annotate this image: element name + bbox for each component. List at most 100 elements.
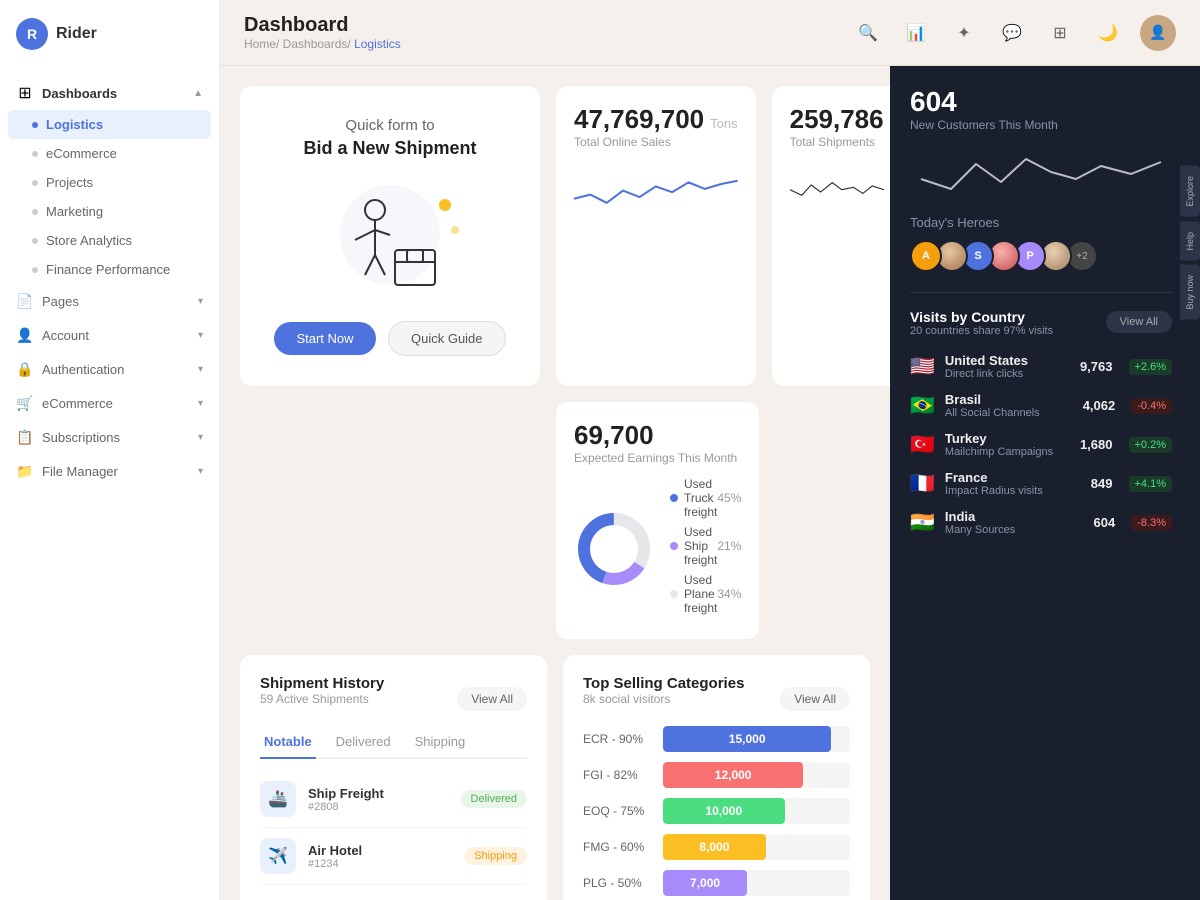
sidebar-item-ecommerce-pages[interactable]: 🛒 eCommerce ▾	[0, 386, 219, 420]
shipment-tabs: Notable Delivered Shipping	[260, 726, 527, 759]
sidebar-item-authentication[interactable]: 🔒 Authentication ▾	[0, 352, 219, 386]
customers-sparkline	[910, 144, 1172, 199]
chevron-up-icon: ▲	[193, 88, 203, 99]
subscriptions-icon: 📋	[16, 428, 34, 446]
top-selling-view-all[interactable]: View All	[780, 687, 850, 711]
sidebar-item-ecommerce[interactable]: eCommerce	[0, 139, 219, 168]
total-sales-label: Total Online Sales	[574, 135, 738, 149]
dot	[32, 151, 38, 157]
avatar[interactable]: 👤	[1140, 15, 1176, 51]
quick-guide-button[interactable]: Quick Guide	[388, 321, 506, 356]
bar-row: FMG - 60% 8,000	[583, 834, 850, 860]
sidebar-item-projects[interactable]: Projects	[0, 168, 219, 197]
search-icon[interactable]: 🔍	[852, 17, 884, 49]
heroes-avatars: A S P +2	[910, 240, 1172, 272]
dashboard-icon: ⊞	[16, 84, 34, 102]
side-tabs: Explore Help Buy now	[1180, 166, 1200, 320]
shipment-row: ✈️ Air Hotel #1234 Shipping	[260, 828, 527, 885]
earnings-value: 69,700	[574, 420, 654, 451]
theme-toggle[interactable]: 🌙	[1092, 17, 1124, 49]
explore-tab[interactable]: Explore	[1180, 166, 1200, 217]
sidebar-item-subscriptions[interactable]: 📋 Subscriptions ▾	[0, 420, 219, 454]
bar-row: EOQ - 75% 10,000	[583, 798, 850, 824]
heroes-section: Today's Heroes A S P	[910, 215, 1172, 272]
chevron-down-icon: ▾	[198, 432, 203, 443]
sidebar-item-file-manager[interactable]: 📁 File Manager ▾	[0, 454, 219, 488]
sidebar-item-marketing[interactable]: Marketing	[0, 197, 219, 226]
sidebar-item-store-analytics[interactable]: Store Analytics	[0, 226, 219, 255]
freight-legend: Used Truck freight 45% Used Ship freight…	[670, 477, 741, 621]
bar-chart-icon[interactable]: 📊	[900, 17, 932, 49]
tab-shipping[interactable]: Shipping	[411, 726, 470, 759]
tab-notable[interactable]: Notable	[260, 726, 316, 759]
buy-now-tab[interactable]: Buy now	[1180, 265, 1200, 320]
logo-icon: R	[16, 18, 48, 50]
shipment-status: Delivered	[461, 790, 527, 808]
ship-dot	[670, 542, 678, 550]
heroes-label: Today's Heroes	[910, 215, 1172, 230]
expected-earnings-card: 69,700 Expected Earnings This Month	[556, 402, 759, 639]
plane-legend: Used Plane freight 34%	[670, 573, 741, 615]
help-tab[interactable]: Help	[1180, 222, 1200, 261]
top-selling-card: Top Selling Categories 8k social visitor…	[563, 655, 870, 900]
divider	[910, 292, 1172, 293]
country-row: 🇫🇷 France Impact Radius visits 849 +4.1%	[910, 470, 1172, 497]
chevron-down-icon: ▾	[198, 466, 203, 477]
grid-icon[interactable]: ⊞	[1044, 17, 1076, 49]
dot	[32, 267, 38, 273]
sidebar-item-pages[interactable]: 📄 Pages ▾	[0, 284, 219, 318]
app-name: Rider	[56, 25, 97, 43]
total-shipments-card: 259,786 Total Shipments	[772, 86, 890, 386]
chevron-down-icon: ▾	[198, 398, 203, 409]
dot	[32, 238, 38, 244]
visits-subtitle: 20 countries share 97% visits	[910, 325, 1053, 337]
dot	[32, 180, 38, 186]
center-content: Quick form to Bid a New Shipment	[220, 66, 890, 900]
truck-dot	[670, 494, 678, 502]
tab-delivered[interactable]: Delivered	[332, 726, 395, 759]
top-selling-subtitle: 8k social visitors	[583, 692, 744, 706]
shipment-row: 🚢 Ship Freight #2808 Delivered	[260, 771, 527, 828]
donut-chart	[574, 509, 654, 589]
sidebar-navigation: ⊞ Dashboards ▲ Logistics eCommerce Proje…	[0, 68, 219, 900]
shipment-icon-2: ✈️	[260, 838, 296, 874]
visits-by-country-section: Visits by Country 20 countries share 97%…	[910, 309, 1172, 536]
bar-row: FGI - 82% 12,000	[583, 762, 850, 788]
total-shipments-label: Total Shipments	[790, 135, 884, 149]
sidebar-section-dashboards[interactable]: ⊞ Dashboards ▲	[0, 76, 219, 110]
page-layout: Quick form to Bid a New Shipment	[220, 66, 1200, 900]
sidebar-item-account[interactable]: 👤 Account ▾	[0, 318, 219, 352]
visits-header: Visits by Country 20 countries share 97%…	[910, 309, 1172, 349]
visits-view-all[interactable]: View All	[1106, 311, 1172, 333]
shipment-info: Ship Freight #2808	[308, 786, 449, 813]
total-shipments-value: 259,786	[790, 104, 884, 135]
main-area: Dashboard Home/ Dashboards/ Logistics 🔍 …	[220, 0, 1200, 900]
start-now-button[interactable]: Start Now	[274, 322, 375, 355]
bar-row: PLG - 50% 7,000	[583, 870, 850, 896]
ship-legend: Used Ship freight 21%	[670, 525, 741, 567]
total-sales-value: 47,769,700	[574, 104, 704, 135]
settings-icon[interactable]: ✦	[948, 17, 980, 49]
shipment-history-subtitle: 59 Active Shipments	[260, 692, 384, 706]
earnings-label: Expected Earnings This Month	[574, 451, 741, 465]
hero-subtitle: Quick form to	[345, 117, 434, 134]
header-left: Dashboard Home/ Dashboards/ Logistics	[244, 14, 401, 51]
category-bar-chart: ECR - 90% 15,000 FGI - 82% 12,000 EOQ - …	[583, 726, 850, 896]
sales-sparkline	[574, 161, 738, 216]
hero-actions: Start Now Quick Guide	[274, 321, 505, 356]
account-icon: 👤	[16, 326, 34, 344]
shipment-history-card: Shipment History 59 Active Shipments Vie…	[240, 655, 547, 900]
sidebar-item-logistics[interactable]: Logistics	[8, 110, 211, 139]
new-customers-section: 604 New Customers This Month	[910, 86, 1172, 199]
page-title: Dashboard	[244, 14, 401, 37]
dot	[32, 209, 38, 215]
messages-icon[interactable]: 💬	[996, 17, 1028, 49]
header: Dashboard Home/ Dashboards/ Logistics 🔍 …	[220, 0, 1200, 66]
hero-avatar-1: A	[910, 240, 942, 272]
shipment-id-2: #1234	[308, 858, 452, 870]
sidebar: R Rider ⊞ Dashboards ▲ Logistics eCommer…	[0, 0, 220, 900]
shipment-info-2: Air Hotel #1234	[308, 843, 452, 870]
shipment-history-view-all[interactable]: View All	[457, 687, 527, 711]
sidebar-item-finance-performance[interactable]: Finance Performance	[0, 255, 219, 284]
app-logo[interactable]: R Rider	[0, 0, 219, 68]
